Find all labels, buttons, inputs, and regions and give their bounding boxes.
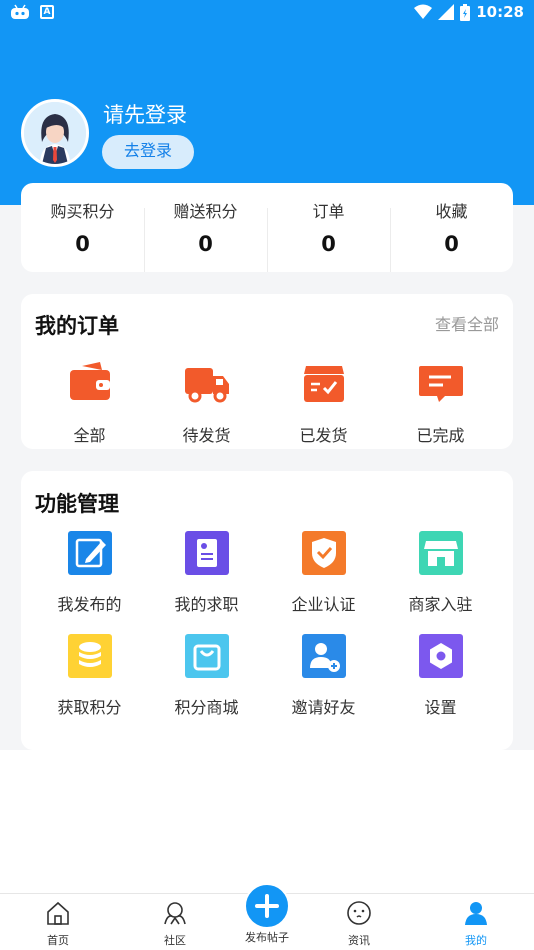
avatar[interactable] [21, 99, 89, 167]
stat-gifted-points[interactable]: 赠送积分 0 [144, 196, 267, 272]
nav-home[interactable]: 首页 [23, 900, 93, 948]
nav-label: 我的 [465, 934, 487, 947]
message-icon [418, 366, 463, 402]
stat-label: 赠送积分 [173, 201, 238, 221]
my-posts-item[interactable]: 我发布的 [31, 529, 148, 615]
enterprise-certification-item[interactable]: 企业认证 [265, 529, 382, 615]
add-user-icon [301, 634, 346, 678]
function-label: 我的求职 [174, 595, 239, 614]
nav-label: 社区 [164, 934, 186, 947]
order-completed[interactable]: 已完成 [382, 360, 499, 446]
view-all-orders-link[interactable]: 查看全部 [435, 311, 499, 335]
user-icon [465, 902, 487, 925]
nav-label: 资讯 [348, 934, 370, 947]
nav-label: 发布帖子 [245, 931, 289, 944]
invite-friends-item[interactable]: 邀请好友 [265, 632, 382, 718]
order-pending-shipment[interactable]: 待发货 [148, 360, 265, 446]
order-label: 已完成 [416, 426, 465, 445]
android-notification-icon [11, 4, 29, 19]
nav-label: 首页 [47, 934, 69, 947]
stat-value: 0 [75, 231, 90, 256]
function-label: 积分商城 [174, 698, 239, 717]
my-job-search-item[interactable]: 我的求职 [148, 529, 265, 615]
header-background [0, 0, 534, 205]
my-orders-card: 我的订单 查看全部 全部 待发货 已发货 已完成 [21, 294, 513, 449]
stats-card: 购买积分 0 赠送积分 0 订单 0 收藏 0 [21, 183, 513, 272]
resume-icon [184, 531, 229, 575]
stat-label: 收藏 [435, 201, 468, 221]
get-points-item[interactable]: 获取积分 [31, 632, 148, 718]
stat-favorites[interactable]: 收藏 0 [390, 196, 513, 272]
bag-icon [184, 634, 229, 678]
function-label: 商家入驻 [408, 595, 473, 614]
box-icon [303, 366, 344, 402]
coins-icon [67, 634, 112, 678]
order-label: 全部 [73, 426, 106, 445]
settings-icon [418, 634, 463, 678]
order-label: 待发货 [182, 426, 231, 445]
stat-label: 购买积分 [50, 201, 115, 221]
stat-label: 订单 [312, 201, 345, 221]
stat-orders[interactable]: 订单 0 [267, 196, 390, 272]
news-icon [347, 901, 371, 925]
stat-value: 0 [198, 231, 213, 256]
keyboard-notification-icon: A [40, 5, 54, 19]
status-bar: A 10:28 [0, 0, 534, 28]
functions-title: 功能管理 [35, 492, 119, 516]
publish-post-button[interactable] [244, 883, 290, 929]
nav-community[interactable]: 社区 [140, 900, 210, 948]
store-icon [418, 531, 463, 575]
truck-icon [184, 368, 229, 403]
merchant-join-item[interactable]: 商家入驻 [382, 529, 499, 615]
login-prompt-title: 请先登录 [103, 103, 187, 127]
function-management-card: 功能管理 我发布的 我的求职 企业认证 商家入驻 获取积分 积分商城 邀请好友 … [21, 471, 513, 750]
edit-icon [67, 531, 112, 575]
settings-item[interactable]: 设置 [382, 632, 499, 718]
order-shipped[interactable]: 已发货 [265, 360, 382, 446]
orders-title: 我的订单 [35, 314, 119, 338]
function-label: 我发布的 [57, 595, 122, 614]
function-label: 设置 [424, 698, 457, 717]
function-label: 企业认证 [291, 595, 356, 614]
function-label: 获取积分 [57, 698, 122, 717]
points-mall-item[interactable]: 积分商城 [148, 632, 265, 718]
wifi-icon [414, 4, 433, 19]
stat-value: 0 [321, 231, 336, 256]
login-button[interactable]: 去登录 [102, 135, 194, 169]
community-icon [164, 902, 186, 925]
home-icon [47, 901, 69, 925]
order-label: 已发货 [299, 426, 348, 445]
plus-icon [255, 894, 279, 918]
wallet-icon [69, 362, 110, 400]
order-all[interactable]: 全部 [31, 360, 148, 446]
battery-icon [460, 3, 471, 21]
stat-value: 0 [444, 231, 459, 256]
avatar-person-icon [24, 102, 86, 164]
nav-mine[interactable]: 我的 [441, 900, 511, 948]
status-time: 10:28 [476, 3, 524, 21]
signal-icon [438, 4, 455, 20]
shield-icon [301, 531, 346, 575]
stat-purchased-points[interactable]: 购买积分 0 [21, 196, 144, 260]
nav-news[interactable]: 资讯 [324, 900, 394, 948]
function-label: 邀请好友 [291, 698, 356, 717]
